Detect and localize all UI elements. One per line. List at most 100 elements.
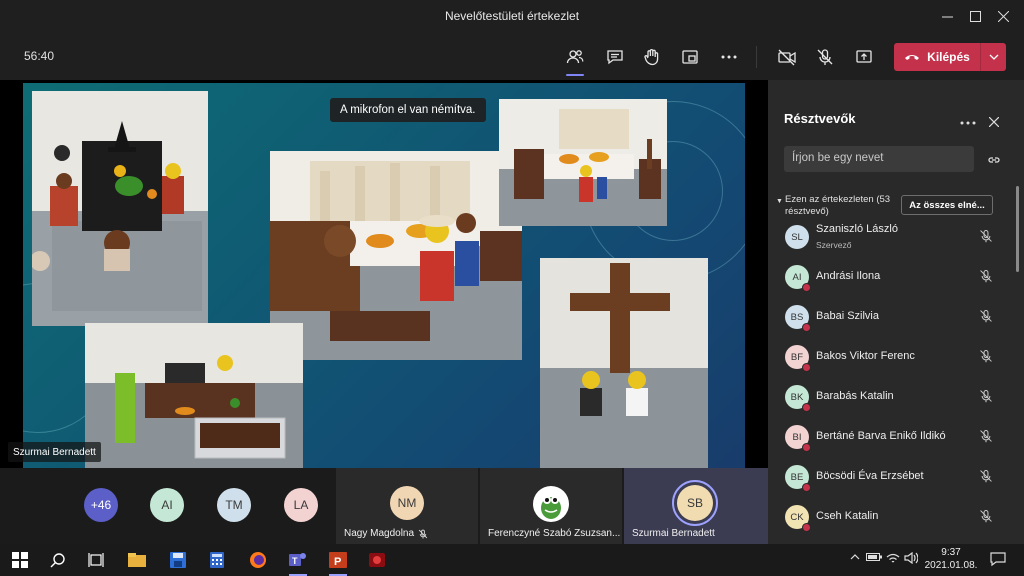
participant-name: Szurmai Bernadett: [632, 528, 715, 539]
avatar-initials: AI: [792, 271, 802, 283]
section-header[interactable]: ▼ Ezen az értekezleten (53 résztvevő): [776, 194, 906, 218]
participant-name: Cseh Katalin: [816, 510, 879, 522]
participant-name: Böcsödi Éva Erzsébet: [816, 470, 924, 482]
taskbar-clock[interactable]: 9:37 2021.01.08.: [918, 546, 984, 572]
lego-photo: [540, 258, 708, 468]
mic-off-icon[interactable]: [810, 42, 840, 72]
close-icon[interactable]: [985, 0, 1021, 32]
participant-name: Babai Szilvia: [816, 310, 879, 322]
share-link-icon[interactable]: [987, 153, 1001, 171]
windows-taskbar: T P 9:37 2021.01.08.: [0, 544, 1024, 576]
wifi-icon[interactable]: [886, 552, 900, 567]
participant-tile[interactable]: Ferenczyné Szabó Zsuzsan...: [480, 468, 622, 544]
mic-off-icon: [979, 389, 993, 408]
mute-all-button[interactable]: Az összes elné...: [901, 195, 993, 215]
mic-off-icon: [979, 509, 993, 528]
mic-muted-toast: A mikrofon el van némítva.: [330, 98, 486, 122]
mic-off-icon: [979, 269, 993, 288]
windows-start-icon[interactable]: [8, 548, 32, 572]
volume-icon[interactable]: [904, 551, 919, 567]
avatar-initials: SL: [791, 231, 803, 243]
leave-main[interactable]: Kilépés: [894, 50, 980, 64]
leave-button[interactable]: Kilépés: [894, 43, 1006, 71]
participant-name-label: Ferenczyné Szabó Zsuzsan...: [488, 528, 621, 539]
avatar-initials: BK: [790, 391, 804, 403]
chat-icon[interactable]: [600, 42, 630, 72]
avatar: SB: [677, 485, 713, 521]
overflow-count: +46: [90, 498, 112, 512]
avatar-initials: TM: [225, 498, 243, 512]
mute-all-label: Az összes elné...: [909, 199, 985, 211]
close-icon[interactable]: [988, 114, 1000, 132]
shared-screen: A mikrofon el van némítva.: [23, 83, 745, 468]
svg-text:P: P: [334, 556, 341, 568]
avatar[interactable]: LA: [284, 488, 318, 522]
leave-options-chevron-icon[interactable]: [980, 43, 1006, 71]
participants-panel: Résztvevők Írjon be egy nevet ▼ Ezen az …: [768, 80, 1024, 544]
list-item[interactable]: SL Szaniszló László Szervező: [768, 218, 1014, 258]
firefox-icon[interactable]: [246, 548, 270, 572]
people-icon[interactable]: [560, 42, 590, 76]
participant-name-label: Szurmai Bernadett: [632, 528, 715, 539]
scrollbar[interactable]: [1016, 186, 1019, 272]
avatar-initials: CK: [790, 511, 804, 523]
list-item[interactable]: BE Böcsödi Éva Erzsébet: [768, 458, 1014, 498]
avatar[interactable]: AI: [150, 488, 184, 522]
avatar-initials: BS: [790, 311, 804, 323]
participant-name: Ferenczyné Szabó Zsuzsan...: [488, 528, 620, 539]
list-item[interactable]: BS Babai Szilvia: [768, 298, 1014, 338]
list-item[interactable]: BI Bertáné Barva Enikő Ildikó: [768, 418, 1014, 458]
mic-off-icon: [979, 349, 993, 368]
app-icon[interactable]: [365, 548, 389, 572]
participant-name: Barabás Katalin: [816, 390, 894, 402]
avatar-initials: SB: [686, 496, 703, 510]
participant-role: Szervező: [816, 240, 852, 250]
search-input[interactable]: Írjon be egy nevet: [784, 146, 974, 172]
camera-off-icon[interactable]: [772, 42, 802, 72]
participant-tile[interactable]: SB Szurmai Bernadett: [624, 468, 768, 544]
avatar-initials: NM: [397, 496, 417, 510]
search-placeholder: Írjon be egy nevet: [792, 152, 884, 164]
more-options-icon[interactable]: [714, 42, 744, 72]
avatar: [533, 486, 569, 522]
avatar: NM: [390, 486, 424, 520]
avatar[interactable]: TM: [217, 488, 251, 522]
title-bar: Nevelőtestületi értekezlet: [0, 0, 1024, 32]
svg-text:T: T: [292, 556, 298, 566]
participant-name: Szaniszló László: [816, 223, 898, 235]
toolbar-divider: [756, 46, 757, 68]
chevron-up-icon[interactable]: [850, 552, 860, 565]
file-explorer-icon[interactable]: [125, 548, 149, 572]
section-label: Ezen az értekezleten (53 résztvevő): [785, 194, 891, 217]
status-dot: [802, 323, 811, 332]
mic-off-icon: [418, 529, 428, 538]
teams-icon[interactable]: T: [286, 548, 310, 576]
participant-name: Bakos Viktor Ferenc: [816, 350, 915, 362]
participant-name-label: Nagy Magdolna: [344, 528, 415, 539]
lego-photo: [270, 151, 522, 360]
calculator-icon[interactable]: [205, 548, 229, 572]
list-item[interactable]: BF Bakos Viktor Ferenc: [768, 338, 1014, 378]
mic-off-icon: [979, 429, 993, 448]
search-icon[interactable]: [46, 548, 70, 572]
overflow-participants-button[interactable]: +46: [84, 488, 118, 522]
task-view-icon[interactable]: [84, 548, 108, 572]
battery-icon[interactable]: [866, 552, 882, 565]
avatar-initials: BI: [792, 431, 802, 443]
list-item[interactable]: CK Cseh Katalin: [768, 498, 1014, 538]
save-app-icon[interactable]: [166, 548, 190, 572]
more-options-icon[interactable]: [960, 113, 976, 131]
participant-tile[interactable]: NM Nagy Magdolna: [336, 468, 478, 544]
list-item[interactable]: BK Barabás Katalin: [768, 378, 1014, 418]
mic-off-icon: [979, 469, 993, 488]
participant-list: SL Szaniszló László Szervező AI Andrási …: [768, 218, 1014, 538]
clock-date: 2021.01.08.: [924, 560, 978, 571]
breakout-rooms-icon[interactable]: [675, 42, 705, 72]
raise-hand-icon[interactable]: [637, 42, 667, 72]
powerpoint-icon[interactable]: P: [326, 548, 350, 576]
mic-off-icon: [979, 229, 993, 248]
notification-icon[interactable]: [990, 551, 1006, 570]
status-dot: [802, 363, 811, 372]
share-screen-icon[interactable]: [849, 42, 879, 72]
list-item[interactable]: AI Andrási Ilona: [768, 258, 1014, 298]
